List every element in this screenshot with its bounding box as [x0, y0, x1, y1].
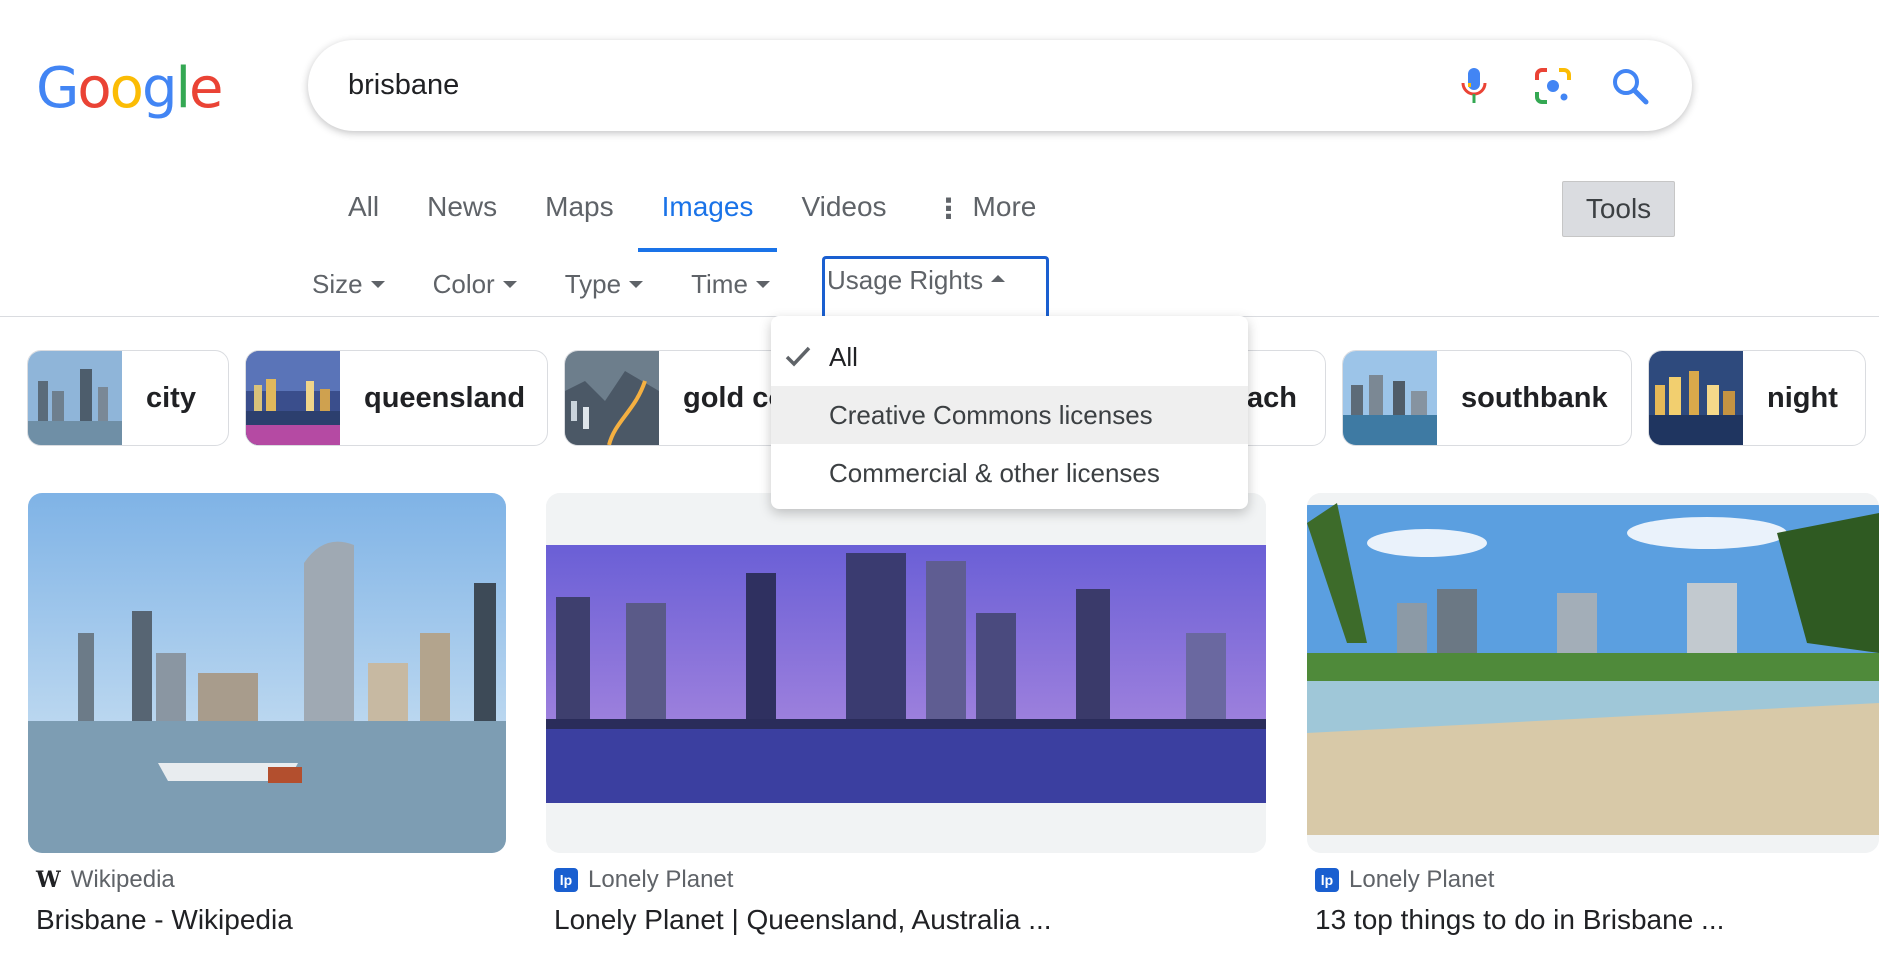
result-title[interactable]: Brisbane - Wikipedia: [36, 904, 293, 936]
filter-usage-rights-label: Usage Rights: [827, 265, 984, 295]
filter-bar: Size Color Type Time: [312, 258, 818, 310]
tab-news[interactable]: News: [403, 186, 521, 252]
result-source-name: Wikipedia: [70, 866, 175, 893]
tab-images[interactable]: Images: [637, 186, 778, 252]
camera-lens-icon[interactable]: [1529, 62, 1577, 110]
usage-option-commercial[interactable]: Commercial & other licenses: [771, 444, 1248, 502]
usage-rights-dropdown: All Creative Commons licenses Commercial…: [771, 316, 1248, 509]
caret-up-icon: [991, 275, 1006, 282]
microphone-icon[interactable]: [1450, 62, 1498, 110]
result-source-name: Lonely Planet: [1349, 866, 1495, 893]
caret-down-icon: [755, 280, 770, 288]
chip-thumbnail: [1649, 351, 1743, 445]
related-chip-city[interactable]: city: [27, 350, 229, 446]
chip-thumbnail: [1343, 351, 1437, 445]
chip-label: city: [146, 381, 196, 414]
caret-down-icon: [502, 280, 517, 288]
lonely-planet-favicon-icon: lp: [554, 868, 578, 892]
google-logo[interactable]: Google: [36, 56, 224, 121]
wikipedia-favicon-icon: W: [36, 867, 61, 893]
filter-type-label: Type: [564, 268, 622, 299]
tools-button[interactable]: Tools: [1562, 181, 1675, 237]
caret-down-icon: [370, 280, 385, 288]
filter-usage-rights[interactable]: Usage Rights: [822, 256, 1049, 316]
filter-color-label: Color: [432, 268, 495, 299]
search-box: [308, 40, 1692, 131]
related-chip-queensland[interactable]: queensland: [245, 350, 548, 446]
chip-thumbnail: [28, 351, 122, 445]
result-image[interactable]: [1307, 493, 1879, 853]
filter-size[interactable]: Size: [312, 258, 385, 310]
filter-time[interactable]: Time: [691, 258, 770, 310]
filter-size-label: Size: [312, 268, 363, 299]
filter-type[interactable]: Type: [564, 258, 644, 310]
filter-color[interactable]: Color: [433, 258, 517, 310]
checkmark-icon: [785, 346, 811, 367]
related-chip-southbank[interactable]: southbank: [1342, 350, 1632, 446]
lonely-planet-favicon-icon: lp: [1315, 868, 1339, 892]
tab-videos[interactable]: Videos: [777, 186, 910, 252]
tab-more-label: More: [972, 191, 1037, 222]
result-image[interactable]: [546, 493, 1266, 853]
result-source[interactable]: lp Lonely Planet: [554, 866, 733, 894]
tab-all[interactable]: All: [324, 186, 403, 252]
usage-option-creative-commons[interactable]: Creative Commons licenses: [771, 386, 1248, 444]
related-chip-night[interactable]: night: [1648, 350, 1866, 446]
chip-label: southbank: [1461, 381, 1608, 414]
search-tabs: All News Maps Images Videos ⋮ More: [324, 186, 1060, 252]
result-image[interactable]: [28, 493, 506, 853]
usage-option-label: Creative Commons licenses: [829, 399, 1153, 430]
related-chip-gold-coast[interactable]: gold co: [564, 350, 794, 446]
result-source[interactable]: W Wikipedia: [36, 866, 175, 894]
usage-option-label: All: [829, 341, 858, 372]
tab-more[interactable]: ⋮ More: [911, 186, 1061, 252]
tab-maps[interactable]: Maps: [521, 186, 637, 252]
usage-option-all[interactable]: All: [771, 328, 1248, 386]
chip-label: queensland: [364, 381, 526, 414]
chip-label: night: [1767, 381, 1838, 414]
chip-thumbnail: [565, 351, 659, 445]
usage-option-label: Commercial & other licenses: [829, 457, 1160, 488]
result-title[interactable]: Lonely Planet | Queensland, Australia ..…: [554, 904, 1052, 936]
result-source[interactable]: lp Lonely Planet: [1315, 866, 1494, 894]
more-dots-icon: ⋮: [934, 192, 963, 224]
search-icon[interactable]: [1606, 62, 1654, 110]
search-input[interactable]: [348, 40, 1348, 131]
chip-thumbnail: [246, 351, 340, 445]
caret-down-icon: [629, 280, 644, 288]
result-source-name: Lonely Planet: [588, 866, 734, 893]
result-title[interactable]: 13 top things to do in Brisbane ...: [1315, 904, 1724, 936]
filter-time-label: Time: [691, 268, 748, 299]
